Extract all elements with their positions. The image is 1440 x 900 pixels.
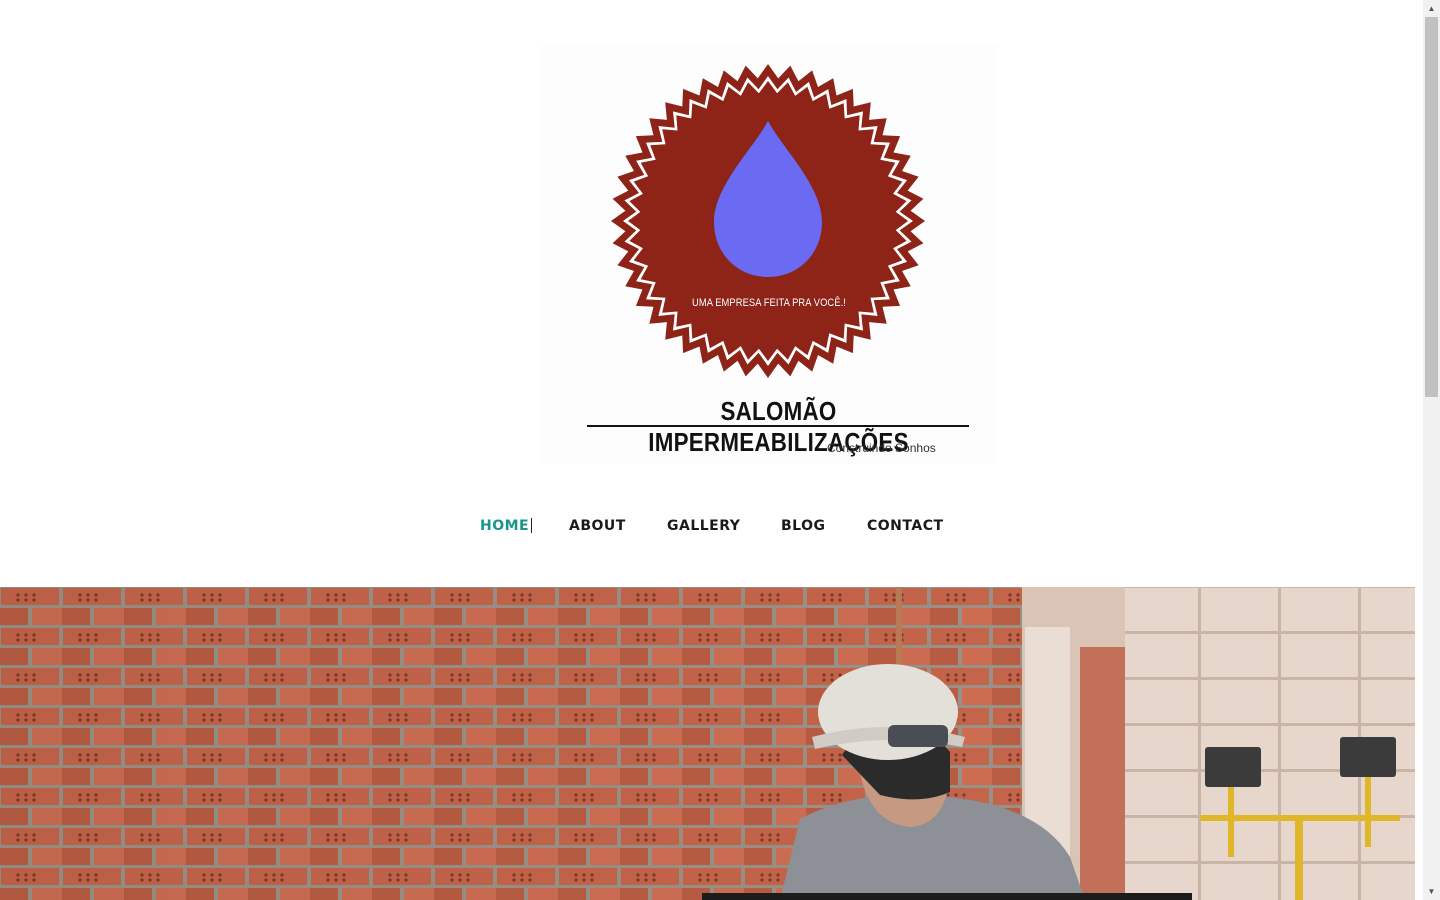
scrollbar-thumb[interactable] <box>1425 17 1438 397</box>
nav-item-contact[interactable]: CONTACT <box>867 516 944 536</box>
hero-image <box>0 587 1415 900</box>
vertical-scrollbar[interactable]: ▲ ▼ <box>1423 0 1440 900</box>
nav-item-gallery[interactable]: GALLERY <box>667 516 740 536</box>
site-logo[interactable]: UMA EMPRESA FEITA PRA VOCÊ.! SALOMÃO IMP… <box>541 44 997 464</box>
nav-item-home[interactable]: HOME <box>480 516 529 536</box>
logo-tagline: UMA EMPRESA FEITA PRA VOCÊ.! <box>692 297 846 309</box>
logo-underline <box>587 425 969 427</box>
logo-slogan: Construindo Sonhos <box>827 441 936 455</box>
scroll-up-arrow-icon[interactable]: ▲ <box>1423 0 1440 17</box>
nav-active-divider <box>531 518 532 533</box>
main-nav: HOME ABOUT GALLERY BLOG CONTACT <box>0 516 1423 538</box>
page: UMA EMPRESA FEITA PRA VOCÊ.! SALOMÃO IMP… <box>0 0 1423 900</box>
nav-item-blog[interactable]: BLOG <box>781 516 826 536</box>
hero-photo <box>0 587 1415 900</box>
nav-item-about[interactable]: ABOUT <box>569 516 626 536</box>
scroll-down-arrow-icon[interactable]: ▼ <box>1423 883 1440 900</box>
hero-caption-box <box>702 893 1192 900</box>
